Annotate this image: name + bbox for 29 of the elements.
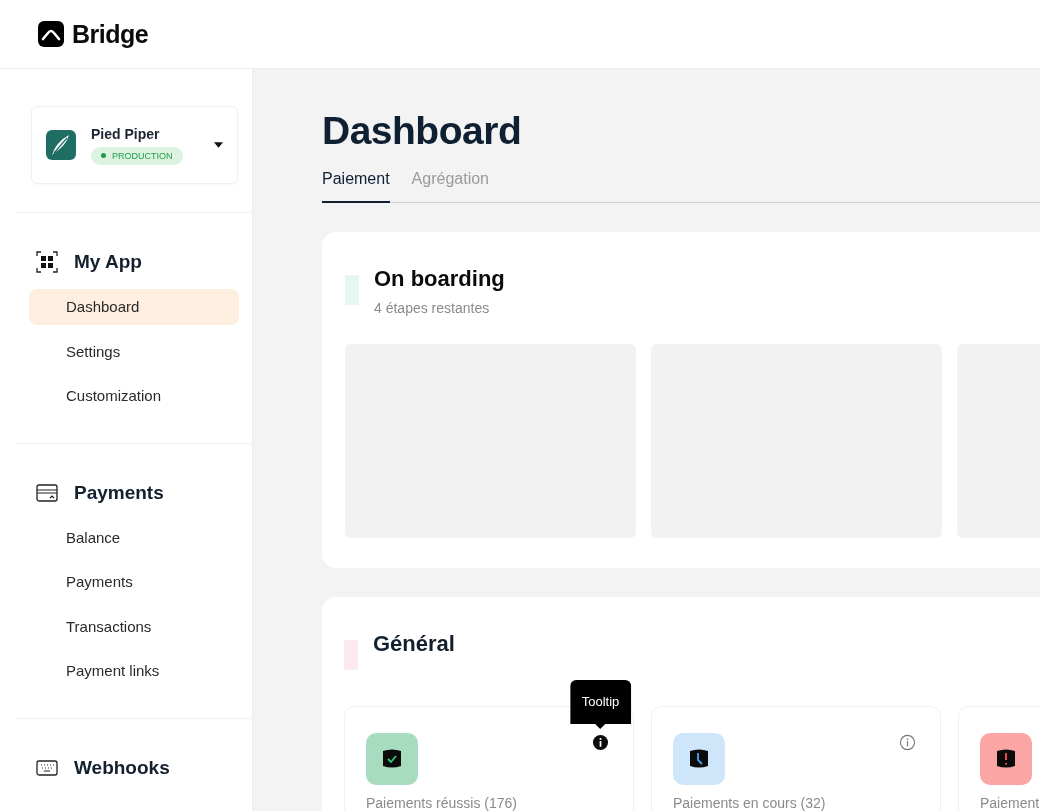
section-title: My App: [74, 251, 142, 273]
card-title: On boarding: [374, 266, 505, 292]
nav-item[interactable]: Customization: [29, 377, 239, 414]
tab[interactable]: Paiement: [322, 170, 390, 203]
page-title: Dashboard: [322, 108, 523, 154]
nav-item[interactable]: Dashboard: [29, 288, 239, 325]
grid-icon: [36, 251, 58, 273]
card-title: Général: [373, 631, 455, 657]
card-subtitle: 4 étapes restantes: [374, 300, 491, 316]
stat-label: Paiements en cours (32): [673, 795, 827, 811]
caret-icon: [214, 142, 223, 148]
nav-item[interactable]: Settings: [29, 333, 239, 369]
environment-badge: PRODUCTION: [91, 146, 183, 165]
nav-item[interactable]: Transactions: [29, 608, 239, 644]
tooltip: Tooltip: [569, 680, 632, 729]
section-title: Webhooks: [74, 756, 170, 779]
nav-item[interactable]: Payments: [29, 563, 239, 600]
nav-item[interactable]: Balance: [29, 519, 239, 555]
organization-name: Pied Piper: [91, 125, 160, 142]
info-icon[interactable]: [592, 734, 609, 751]
section-title: Payments: [74, 481, 164, 504]
bridge-logo-icon: [38, 21, 64, 47]
nav-item[interactable]: Payment links: [29, 652, 239, 689]
stat-label: Paiement: [980, 795, 1040, 811]
card-icon: [36, 481, 58, 504]
brand-name: Bridge: [72, 19, 149, 49]
organization-selector[interactable]: Pied Piper PRODUCTION: [31, 106, 238, 184]
organization-logo-icon: [46, 130, 76, 160]
stat-label: Paiements réussis (176): [366, 795, 518, 811]
